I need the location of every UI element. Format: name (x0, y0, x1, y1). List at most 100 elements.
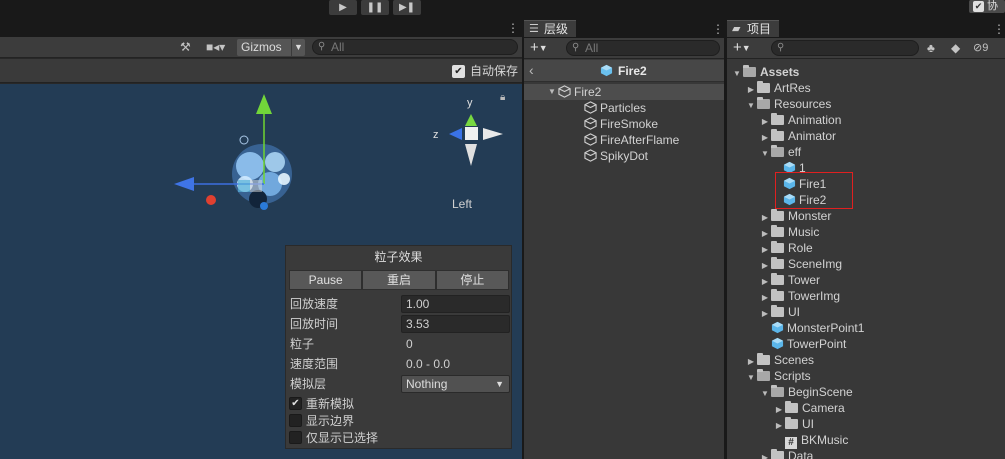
chevron-down-icon[interactable]: ▼ (759, 386, 771, 402)
hierarchy-root-item[interactable]: ▼ Fire2 (548, 84, 601, 100)
project-menu-icon[interactable]: ⋮ (993, 22, 1005, 36)
show-selected-only-checkbox[interactable]: 仅显示已选择 (289, 430, 509, 446)
project-tree-item[interactable]: ▼ eff (759, 144, 801, 160)
collab-toggle[interactable]: ✔ 协 (969, 0, 1005, 13)
playback-speed-label: 回放速度 (290, 297, 339, 311)
project-search-input[interactable]: ⚲ (771, 40, 919, 56)
show-selected-only-label: 仅显示已选择 (306, 431, 379, 445)
axis-z-label: z (433, 129, 439, 141)
particles-value: 0 (406, 337, 413, 351)
create-asset-button[interactable]: +▼ (733, 39, 751, 57)
chevron-down-icon[interactable]: ▼ (546, 84, 558, 100)
particles-label: 粒子 (290, 337, 315, 351)
pause-button[interactable]: Pause (289, 270, 363, 290)
prefab-icon (771, 321, 784, 334)
project-tree-label: UI (802, 417, 814, 431)
project-tree-item[interactable]: ▶ SceneImg (759, 256, 842, 272)
project-tree-item[interactable]: ▶ ArtRes (745, 80, 811, 96)
chevron-down-icon[interactable]: ▼ (731, 66, 743, 82)
project-tree-item[interactable]: ▼ Resources (745, 96, 831, 112)
project-tree-item[interactable]: ▶ Camera (773, 400, 845, 416)
playback-speed-field[interactable]: 1.00 (401, 295, 510, 313)
lock-icon[interactable]: 🔒︎ (500, 92, 505, 103)
project-tree-label: Animator (788, 129, 837, 143)
hierarchy-item[interactable]: SpikyDot (584, 148, 648, 164)
filter-label-icon[interactable]: ◆ (951, 41, 960, 56)
scene-options-bar: ✔ 自动保存 (0, 59, 522, 83)
project-tree-item[interactable]: ▼ Scripts (745, 368, 811, 384)
filter-type-icon[interactable]: ♣ (927, 41, 935, 56)
chevron-down-icon[interactable]: ▼ (745, 370, 757, 386)
folder-icon (771, 209, 784, 221)
gameobject-icon (558, 85, 571, 98)
project-tree-item[interactable]: # BKMusic (773, 432, 848, 449)
project-tree-item[interactable]: ▶ TowerImg (759, 288, 840, 304)
hierarchy-item[interactable]: FireSmoke (584, 116, 658, 132)
project-tree-item[interactable]: ▼ Assets (731, 64, 799, 80)
project-tree-item[interactable]: ▶ UI (759, 304, 800, 320)
tab-hierarchy[interactable]: ☰ 层级 (524, 20, 577, 37)
project-toolbar: +▼ ⚲ ♣ ◆ ⊘9 (727, 38, 1005, 59)
axis-y-label: y (467, 97, 473, 109)
project-tree-item[interactable]: ▶ Data (759, 448, 813, 459)
scene-search-placeholder: All (331, 40, 345, 54)
hierarchy-tab-label: 层级 (544, 22, 569, 36)
hierarchy-search-input[interactable]: ⚲ All (566, 40, 720, 56)
scene-search-input[interactable]: ⚲ All (312, 39, 518, 55)
project-tree-item[interactable]: ▶ Role (759, 240, 813, 256)
fire-particle-effect[interactable] (232, 135, 292, 210)
stop-button[interactable]: 停止 (435, 270, 509, 290)
list-icon: ☰ (529, 23, 539, 35)
folder-open-icon (771, 385, 784, 397)
simulate-layers-dropdown[interactable]: Nothing ▼ (401, 375, 510, 393)
gameobject-icon (584, 101, 597, 114)
camera-icon[interactable]: ■◂▾ (206, 40, 225, 55)
tools-icon[interactable]: ⚒ (180, 40, 191, 55)
project-tree-item[interactable]: ▶ Animator (759, 128, 836, 144)
scene-menu-icon[interactable]: ⋮ (507, 21, 519, 35)
project-tree-label: Scripts (774, 369, 811, 383)
step-button[interactable]: ▶❚ (393, 0, 421, 15)
project-tree-item[interactable]: ▶ Monster (759, 208, 831, 224)
project-tree-item[interactable]: ▶ UI (773, 416, 814, 432)
y-axis-handle[interactable] (256, 94, 272, 114)
folder-icon (771, 273, 784, 285)
check-icon: ✔ (289, 397, 302, 410)
playback-time-field[interactable]: 3.53 (401, 315, 510, 333)
show-bounds-label: 显示边界 (306, 414, 355, 428)
autosave-toggle[interactable]: ✔ 自动保存 (451, 63, 518, 79)
chevron-down-icon[interactable]: ▼ (745, 98, 757, 114)
project-tree-label: Assets (760, 65, 800, 79)
project-tree-item[interactable]: ▶ Music (759, 224, 819, 240)
gizmos-label: Gizmos (241, 40, 282, 54)
project-tree-item[interactable]: TowerPoint (759, 336, 846, 352)
hierarchy-menu-icon[interactable]: ⋮ (712, 22, 724, 36)
resimulate-checkbox[interactable]: ✔ 重新模拟 (289, 396, 509, 412)
tab-project[interactable]: ▰ 项目 (727, 20, 780, 37)
chevron-down-icon[interactable]: ▼ (759, 146, 771, 162)
chevron-right-icon[interactable]: ▶ (759, 450, 771, 459)
project-tree-item[interactable]: ▶ Scenes (745, 352, 814, 368)
hierarchy-item[interactable]: FireAfterFlame (584, 132, 679, 148)
hierarchy-item[interactable]: Particles (584, 100, 646, 116)
project-tree-item[interactable]: ▶ Animation (759, 112, 841, 128)
pause-button[interactable]: ❚❚ (361, 0, 389, 15)
folder-tab-icon: ▰ (732, 23, 741, 35)
orientation-gizmo[interactable]: y z Left 🔒︎ (433, 92, 505, 211)
chevron-down-icon: ▼ (291, 39, 305, 56)
play-button[interactable]: ▶ (329, 0, 357, 15)
gizmos-dropdown[interactable]: Gizmos ▼ (237, 39, 305, 56)
z-axis-handle[interactable] (174, 177, 194, 191)
hidden-packages-toggle[interactable]: ⊘9 (973, 41, 988, 56)
checkbox-box (289, 431, 302, 444)
add-object-button[interactable]: +▼ (530, 39, 548, 57)
back-arrow-icon[interactable]: ‹ (529, 62, 534, 78)
play-toolbar: ▶ ❚❚ ▶❚ ✔ 协 (0, 0, 1005, 20)
show-bounds-checkbox[interactable]: 显示边界 (289, 413, 509, 429)
project-tree-item[interactable]: MonsterPoint1 (759, 320, 864, 336)
orientation-label: Left (452, 197, 473, 211)
restart-button[interactable]: 重启 (362, 270, 436, 290)
x-axis-handle[interactable] (206, 195, 216, 205)
project-tree-item[interactable]: ▶ Tower (759, 272, 820, 288)
project-tree-item[interactable]: ▼ BeginScene (759, 384, 853, 400)
